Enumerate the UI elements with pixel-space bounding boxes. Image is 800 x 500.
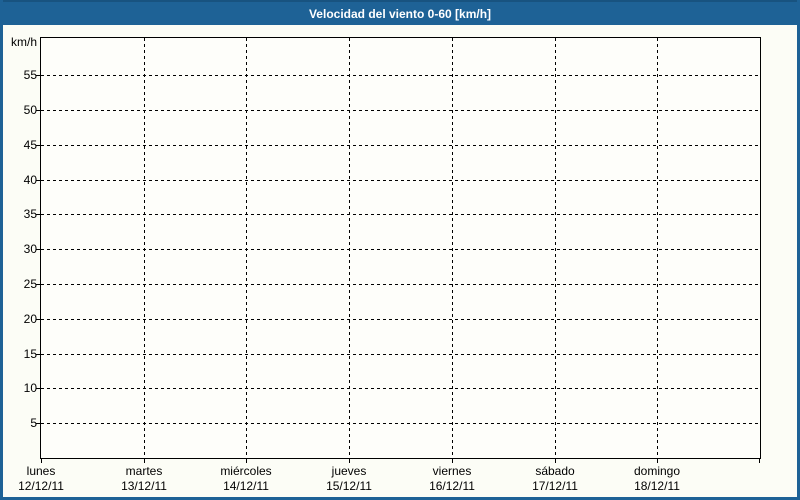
x-tick-mark <box>144 459 145 463</box>
x-tick-mark <box>349 459 350 463</box>
day-name-label: viernes <box>432 464 472 478</box>
h-gridline <box>41 214 760 215</box>
h-gridline <box>41 145 760 146</box>
y-tick-label: 55 <box>23 68 37 82</box>
x-tick-mark <box>759 459 760 463</box>
plot-area: km/h 5 10 15 20 25 30 35 40 45 50 55 lunes 12/12/11 m… <box>11 35 761 493</box>
y-tick-label: 5 <box>30 416 37 430</box>
y-tick-label: 50 <box>23 103 37 117</box>
h-gridline <box>41 284 760 285</box>
day-date-label: 12/12/11 <box>18 479 64 493</box>
y-tick-label: 30 <box>23 242 37 256</box>
y-axis-unit-label: km/h <box>10 35 37 49</box>
h-gridline <box>41 249 760 250</box>
x-axis-day-label: viernes 16/12/11 <box>400 464 504 494</box>
h-gridline <box>41 423 760 424</box>
v-gridline <box>144 38 145 458</box>
v-gridline <box>246 38 247 458</box>
x-tick-mark <box>41 459 42 463</box>
day-name-label: martes <box>125 464 163 478</box>
chart-title: Velocidad del viento 0-60 [km/h] <box>308 6 492 21</box>
day-date-label: 18/12/11 <box>634 479 680 493</box>
x-tick-mark <box>246 459 247 463</box>
x-tick-mark <box>657 459 658 463</box>
x-axis-day-label: jueves 15/12/11 <box>297 464 401 494</box>
day-date-label: 17/12/11 <box>532 479 578 493</box>
x-axis-day-label: sábado 17/12/11 <box>503 464 607 494</box>
y-tick-label: 10 <box>23 381 37 395</box>
day-date-label: 13/12/11 <box>121 479 167 493</box>
y-tick-label: 15 <box>23 347 37 361</box>
v-gridline <box>555 38 556 458</box>
h-gridline <box>41 75 760 76</box>
chart-title-bar: Velocidad del viento 0-60 [km/h] <box>3 0 797 25</box>
h-gridline <box>41 319 760 320</box>
day-date-label: 14/12/11 <box>223 479 269 493</box>
day-date-label: 15/12/11 <box>326 479 372 493</box>
y-tick-label: 20 <box>23 312 37 326</box>
h-gridline <box>41 110 760 111</box>
day-name-label: sábado <box>535 464 575 478</box>
x-axis-day-label: domingo 18/12/11 <box>605 464 709 494</box>
day-name-label: domingo <box>633 464 681 478</box>
day-name-label: lunes <box>26 464 56 478</box>
v-gridline <box>349 38 350 458</box>
day-date-label: 16/12/11 <box>429 479 475 493</box>
h-gridline <box>41 354 760 355</box>
h-gridline <box>41 180 760 181</box>
day-name-label: miércoles <box>220 464 272 478</box>
h-gridline <box>41 388 760 389</box>
x-axis-day-label: miércoles 14/12/11 <box>194 464 298 494</box>
v-gridline <box>452 38 453 458</box>
x-tick-mark <box>555 459 556 463</box>
day-name-label: jueves <box>331 464 367 478</box>
y-tick-label: 25 <box>23 277 37 291</box>
y-tick-label: 40 <box>23 173 37 187</box>
x-axis-day-label: lunes 12/12/11 <box>3 464 93 494</box>
chart-window: Velocidad del viento 0-60 [km/h] km/h 5 1… <box>0 0 800 500</box>
x-tick-mark <box>452 459 453 463</box>
y-tick-label: 45 <box>23 138 37 152</box>
y-tick-label: 35 <box>23 207 37 221</box>
x-axis-day-label: martes 13/12/11 <box>92 464 196 494</box>
v-gridline <box>657 38 658 458</box>
